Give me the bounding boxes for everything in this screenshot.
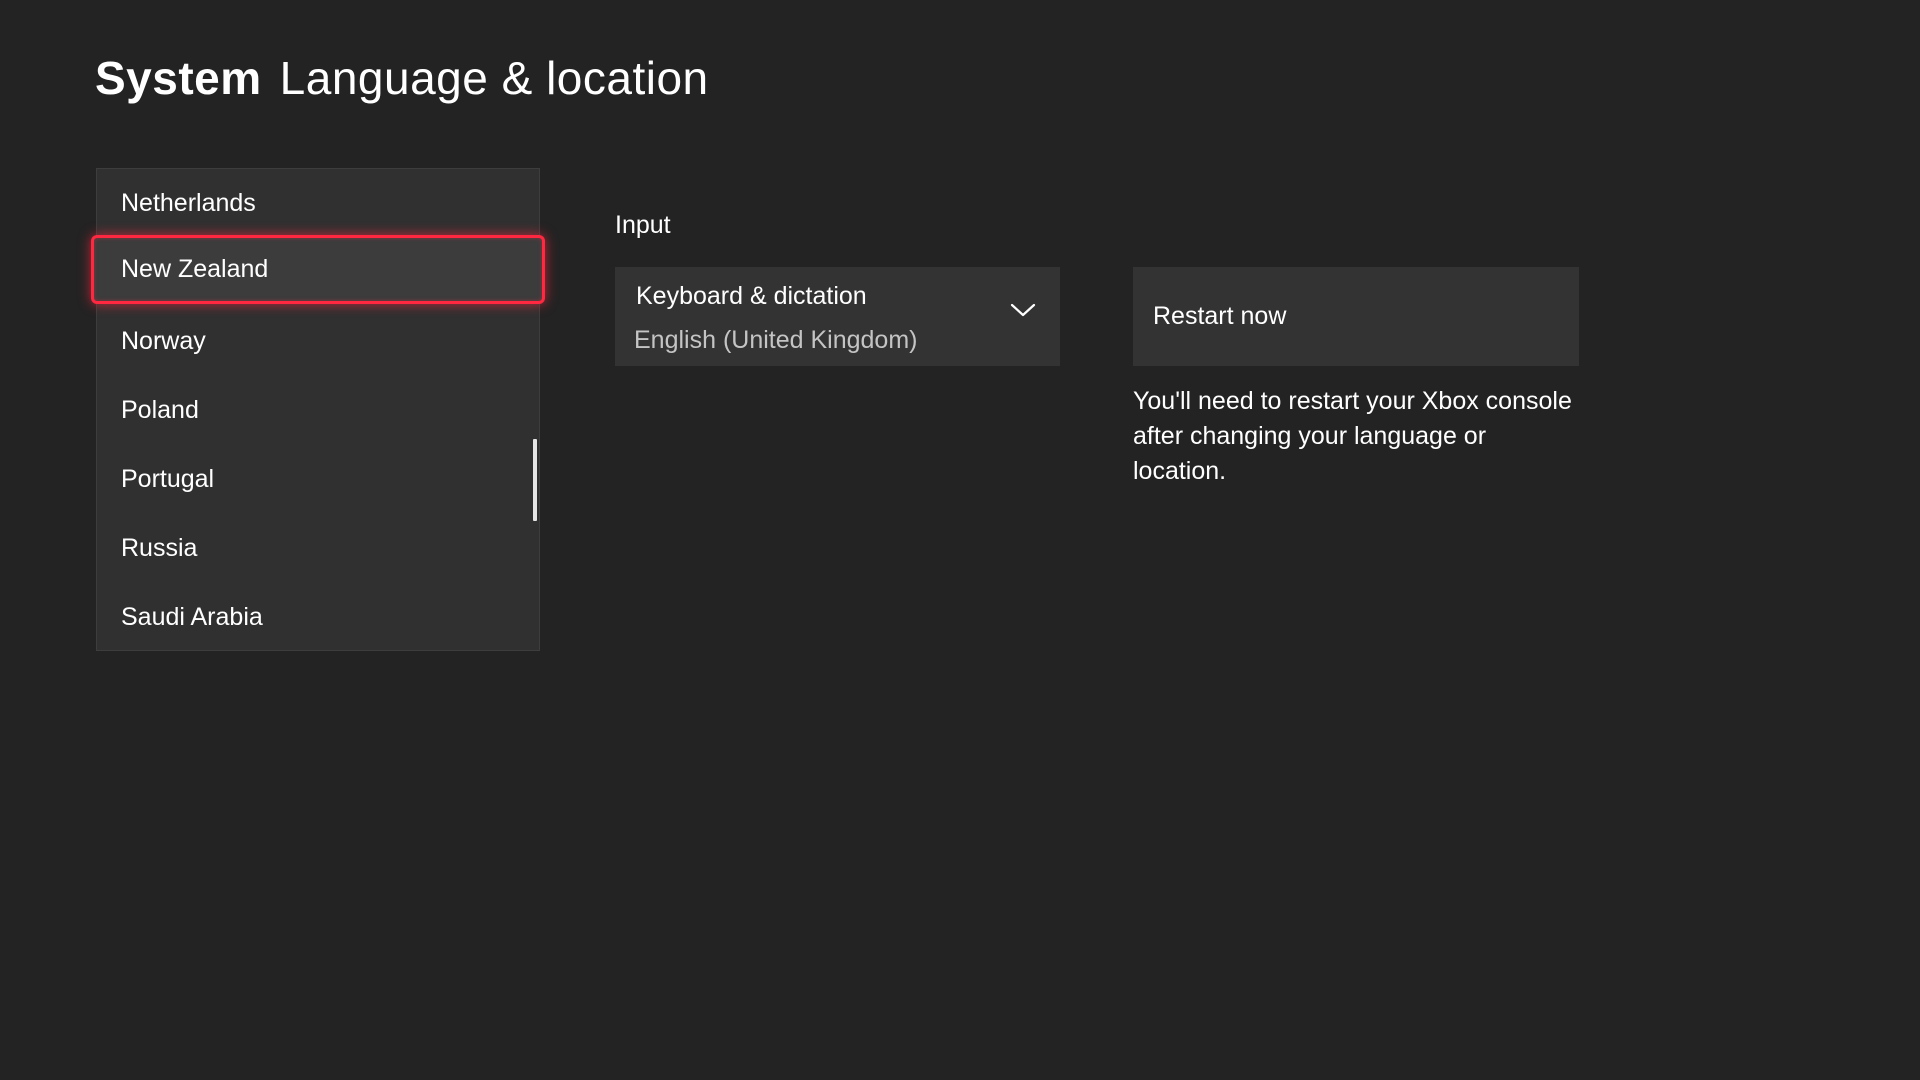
country-item-russia[interactable]: Russia bbox=[97, 514, 539, 583]
list-scrollbar-thumb[interactable] bbox=[533, 439, 537, 521]
restart-now-button[interactable]: Restart now bbox=[1133, 267, 1579, 366]
country-item-portugal[interactable]: Portugal bbox=[97, 445, 539, 514]
country-item-poland[interactable]: Poland bbox=[97, 376, 539, 445]
dropdown-title: Keyboard & dictation bbox=[636, 282, 867, 310]
chevron-down-icon bbox=[1010, 303, 1036, 317]
page-title: System Language & location bbox=[95, 48, 709, 108]
country-item-norway[interactable]: Norway bbox=[97, 307, 539, 376]
page-title-subsection: Language & location bbox=[279, 52, 709, 104]
country-item-netherlands[interactable]: Netherlands bbox=[97, 169, 539, 238]
page-title-section: System bbox=[95, 52, 262, 104]
country-item-saudi-arabia[interactable]: Saudi Arabia bbox=[97, 583, 539, 652]
restart-now-label: Restart now bbox=[1153, 302, 1287, 330]
restart-note: You'll need to restart your Xbox console… bbox=[1133, 387, 1572, 485]
keyboard-dictation-dropdown[interactable]: Keyboard & dictation English (United Kin… bbox=[615, 267, 1060, 366]
input-section-label: Input bbox=[615, 211, 671, 239]
dropdown-selected-value: English (United Kingdom) bbox=[634, 326, 918, 354]
country-list[interactable]: Netherlands New Zealand Norway Poland Po… bbox=[91, 168, 545, 652]
country-item-new-zealand[interactable]: New Zealand bbox=[91, 235, 545, 304]
